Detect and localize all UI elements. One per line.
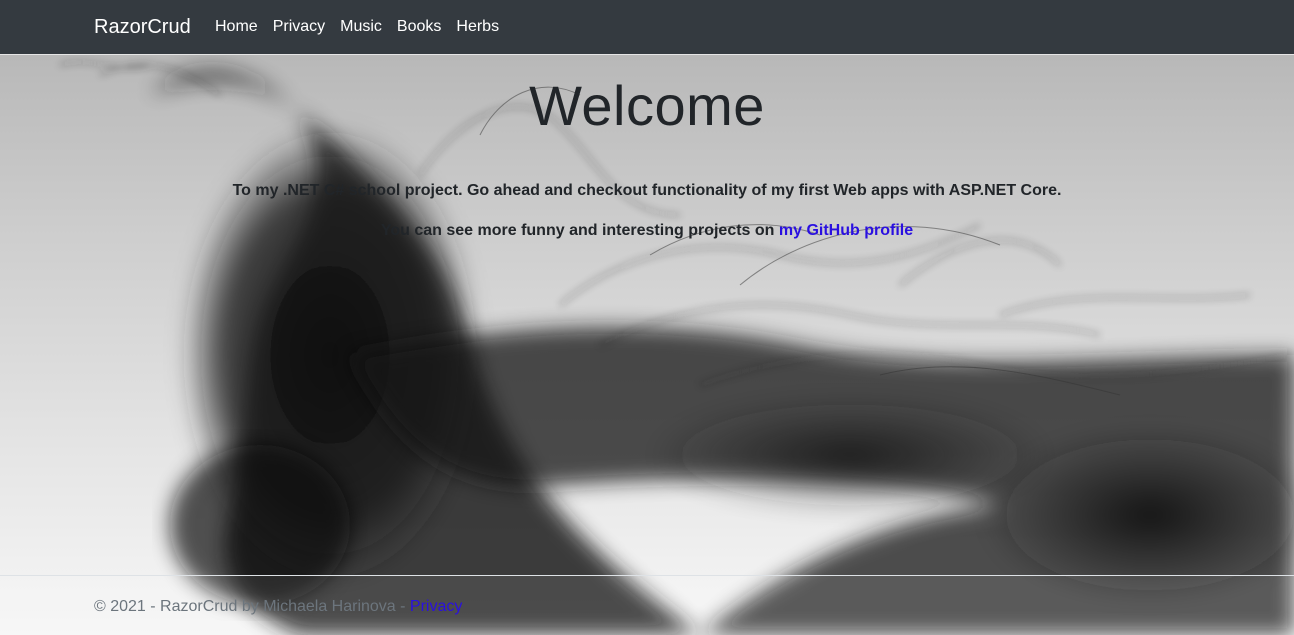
top-navbar: RazorCrud Home Privacy Music Books Herbs	[0, 0, 1294, 55]
copyright-text: © 2021 - RazorCrud by Michaela Harinova …	[94, 598, 410, 615]
more-projects-prefix: You can see more funny and interesting p…	[380, 222, 779, 239]
nav-link-music[interactable]: Music	[340, 17, 382, 36]
brand-link[interactable]: RazorCrud	[94, 15, 191, 39]
nav-link-privacy[interactable]: Privacy	[273, 17, 325, 36]
intro-text: To my .NET C# school project. Go ahead a…	[232, 182, 1062, 199]
more-projects-text: You can see more funny and interesting p…	[0, 221, 1294, 241]
main-content: Welcome To my .NET C# school project. Go…	[0, 55, 1294, 241]
github-profile-link[interactable]: my GitHub profile	[779, 222, 913, 239]
page-title: Welcome	[529, 74, 765, 137]
footer: © 2021 - RazorCrud by Michaela Harinova …	[0, 575, 1294, 635]
nav-link-home[interactable]: Home	[215, 17, 258, 36]
nav-link-herbs[interactable]: Herbs	[456, 17, 499, 36]
nav-link-books[interactable]: Books	[397, 17, 441, 36]
nav-links: Home Privacy Music Books Herbs	[215, 17, 514, 36]
footer-text: © 2021 - RazorCrud by Michaela Harinova …	[94, 597, 462, 616]
footer-privacy-link[interactable]: Privacy	[410, 598, 462, 615]
